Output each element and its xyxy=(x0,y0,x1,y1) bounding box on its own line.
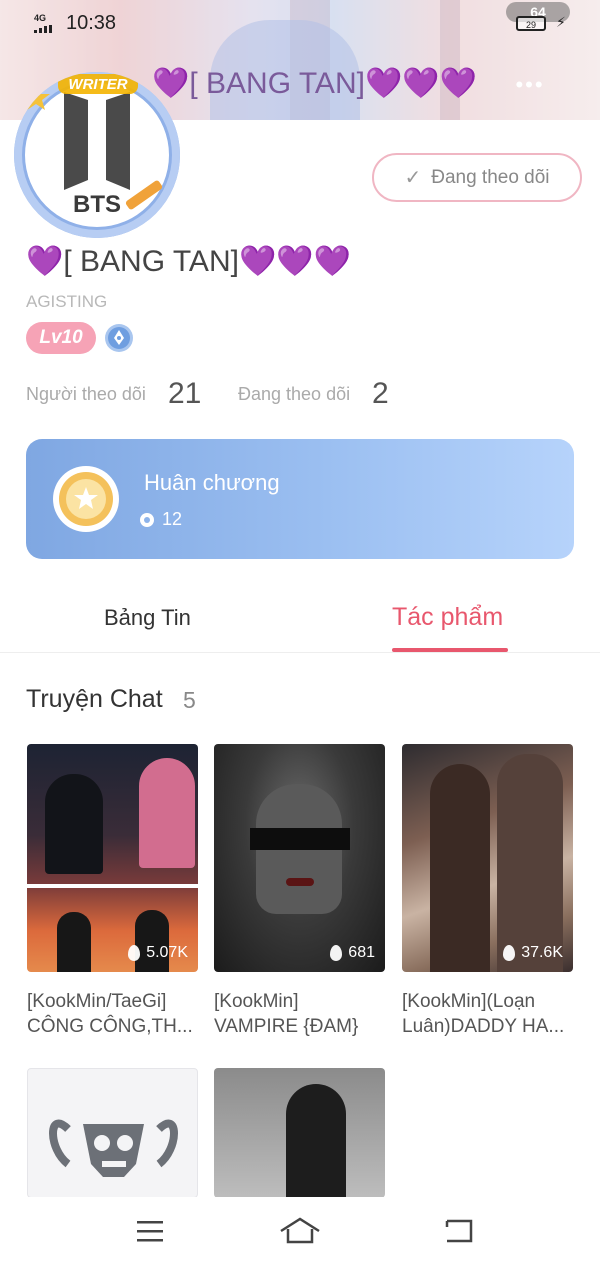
avatar-logo-text: BTS xyxy=(73,191,121,218)
cover-figure xyxy=(139,758,195,868)
skull-emblem-icon xyxy=(49,1119,178,1177)
story-card[interactable]: 37.6K xyxy=(402,744,573,972)
tab-divider xyxy=(0,652,600,653)
cover-figure xyxy=(497,754,563,972)
section-count: 5 xyxy=(183,687,196,713)
story-title-line: [KookMin/TaeGi] xyxy=(27,991,167,1012)
story-title[interactable]: [KookMin] VAMPIRE {ĐAM} xyxy=(214,989,392,1039)
home-icon[interactable] xyxy=(276,1209,324,1253)
check-icon: ✓ xyxy=(404,167,422,189)
cover-divider xyxy=(27,884,198,888)
cover-figure xyxy=(286,878,314,886)
story-card[interactable] xyxy=(27,1068,198,1198)
story-views: 5.07K xyxy=(128,944,188,962)
cover-figure xyxy=(135,910,169,972)
medal-count-icon xyxy=(140,513,154,527)
cover-figure xyxy=(250,828,350,850)
profile-handle: AGISTING xyxy=(26,292,108,311)
battery-icon: 29 xyxy=(516,16,546,31)
story-title-line: [KookMin](Loạn xyxy=(402,991,536,1012)
story-card[interactable]: 681 xyxy=(214,744,385,972)
network-type: 4G xyxy=(34,13,47,23)
profile-name: 💜[ BANG TAN]💜💜💜 xyxy=(26,245,352,278)
story-title-line: [KookMin] xyxy=(214,991,299,1012)
flame-icon xyxy=(330,945,343,961)
medal-icon xyxy=(53,466,119,532)
following-button[interactable]: ✓ Đang theo dõi xyxy=(372,153,582,202)
medal-count: 12 xyxy=(162,509,183,529)
followers-label[interactable]: Người theo dõi xyxy=(26,384,146,405)
back-icon[interactable] xyxy=(434,1209,482,1253)
pen-badge-icon[interactable] xyxy=(104,323,134,353)
more-icon[interactable]: ••• xyxy=(508,72,552,98)
tab-tac-pham[interactable]: Tác phẩm xyxy=(392,603,503,632)
bts-logo-icon: BTS WRITER xyxy=(22,74,167,225)
level-badge[interactable]: Lv10 xyxy=(26,322,96,354)
cover-figure xyxy=(286,1084,346,1198)
cover-figure xyxy=(430,764,490,972)
following-button-label: Đang theo dõi xyxy=(431,166,550,188)
story-views: 37.6K xyxy=(503,944,563,962)
story-title-line: Luân)DADDY HA... xyxy=(402,1016,565,1037)
followers-count[interactable]: 21 xyxy=(168,377,201,411)
story-views-count: 37.6K xyxy=(521,944,563,961)
signal-icon: 4G xyxy=(34,13,60,33)
section-title: Truyện Chat xyxy=(26,685,163,713)
story-card[interactable]: 5.07K xyxy=(27,744,198,972)
tab-bang-tin[interactable]: Bảng Tin xyxy=(104,605,191,631)
flame-icon xyxy=(503,945,516,961)
header-title: 💜[ BANG TAN]💜💜💜 xyxy=(152,67,478,100)
flame-icon xyxy=(128,945,141,961)
status-time: 10:38 xyxy=(66,12,117,34)
charging-icon: ⚡ xyxy=(556,14,566,30)
avatar[interactable]: BTS WRITER xyxy=(14,72,180,238)
cover-figure xyxy=(45,774,103,874)
following-label[interactable]: Đang theo dõi xyxy=(238,384,350,405)
story-views-count: 5.07K xyxy=(146,944,188,961)
story-title[interactable]: [KookMin](Loạn Luân)DADDY HA... xyxy=(402,989,580,1039)
medal-title: Huân chương xyxy=(144,470,280,495)
system-nav-bar xyxy=(0,1197,600,1267)
status-bar: 4G 10:38 64 29 ⚡ xyxy=(0,2,600,38)
cover-figure xyxy=(57,912,91,972)
story-title-line: VAMPIRE {ĐAM} xyxy=(214,1016,359,1037)
story-views: 681 xyxy=(330,944,375,962)
story-title[interactable]: [KookMin/TaeGi] CÔNG CÔNG,TH... xyxy=(27,989,205,1039)
story-views-count: 681 xyxy=(348,944,375,961)
story-title-line: CÔNG CÔNG,TH... xyxy=(27,1016,193,1037)
following-count[interactable]: 2 xyxy=(372,377,389,411)
menu-icon[interactable] xyxy=(126,1209,174,1253)
story-card[interactable] xyxy=(214,1068,385,1198)
writer-badge-text: WRITER xyxy=(68,76,127,93)
